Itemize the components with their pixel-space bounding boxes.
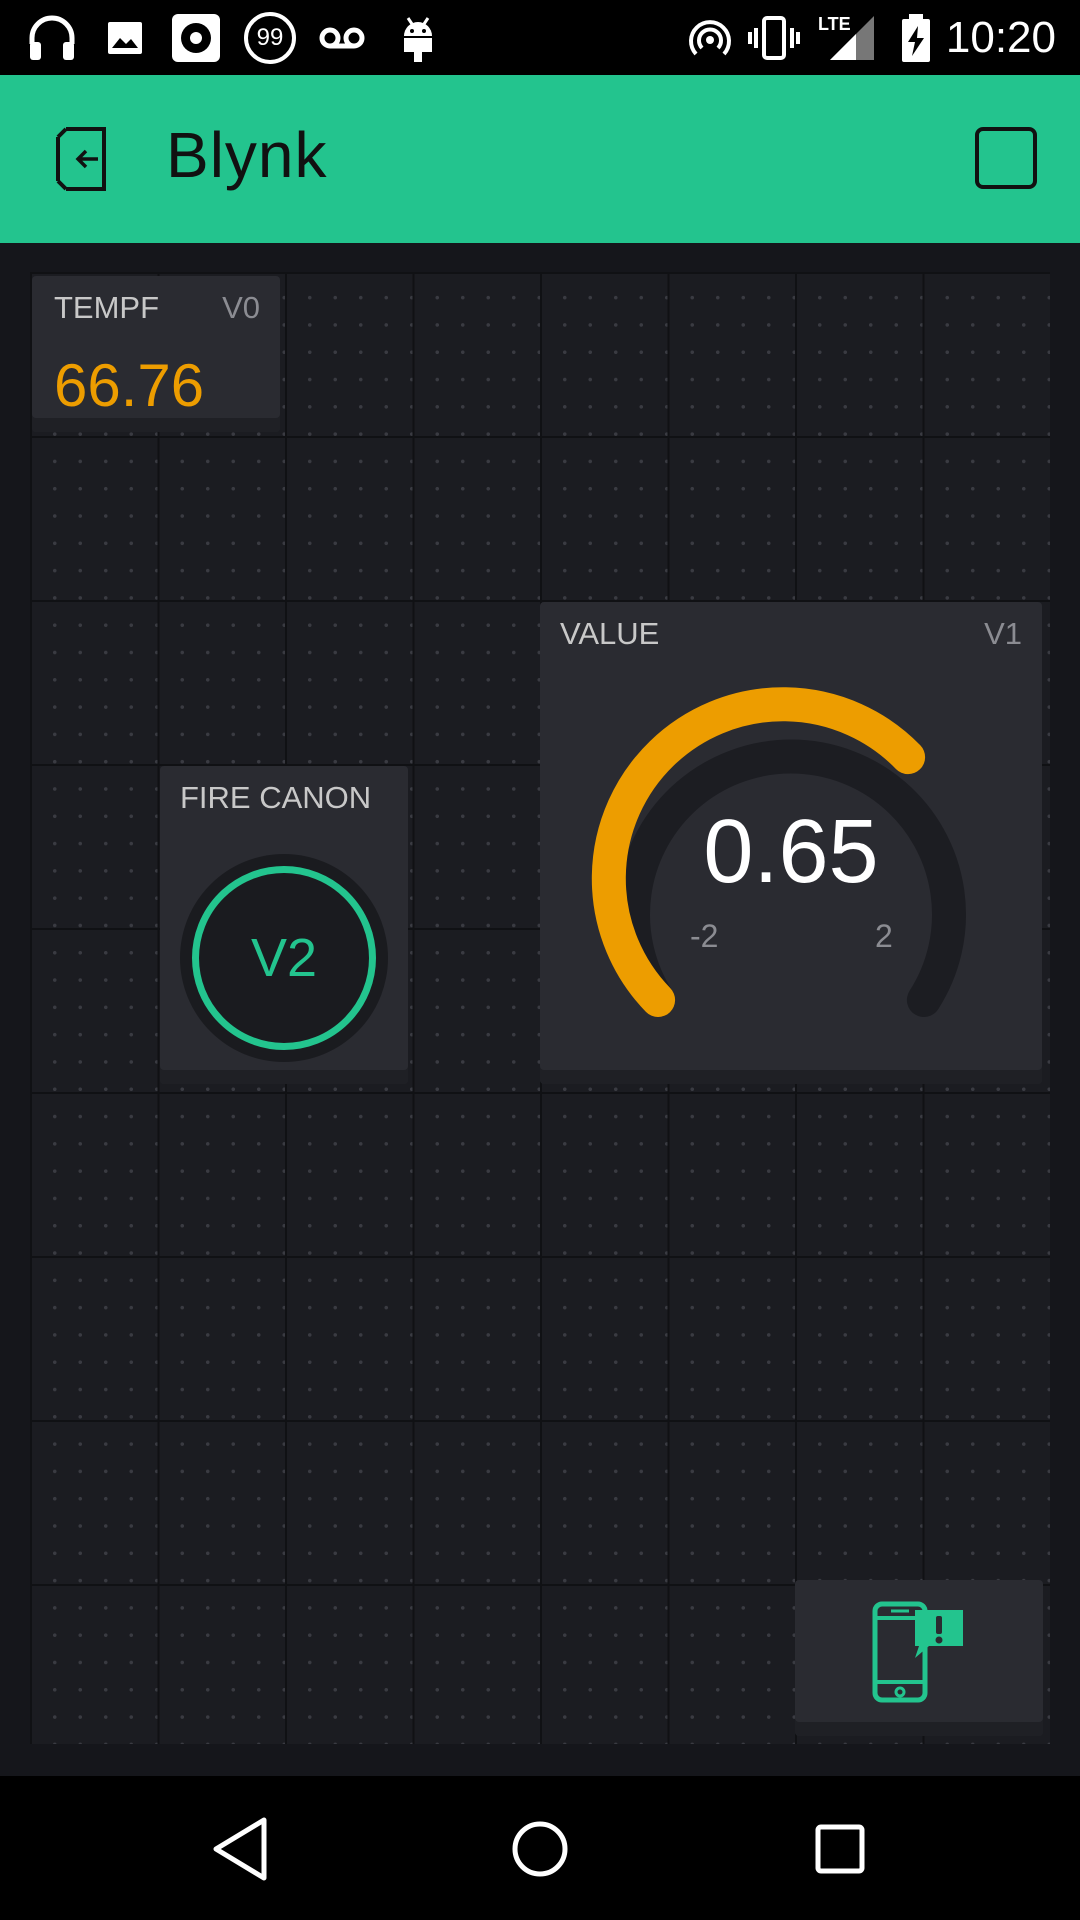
fire-canon-widget: FIRE CANON V2 bbox=[160, 766, 408, 1084]
app-bar: Blynk bbox=[0, 75, 1080, 243]
app-title: Blynk bbox=[166, 119, 328, 191]
battery-charging-icon bbox=[902, 14, 930, 62]
image-icon bbox=[108, 22, 142, 54]
recents-icon[interactable] bbox=[805, 1814, 875, 1884]
music-icon bbox=[172, 14, 220, 62]
back-icon[interactable] bbox=[206, 1814, 276, 1884]
home-icon[interactable] bbox=[505, 1814, 575, 1884]
widget-label: FIRE CANON bbox=[180, 780, 372, 815]
navigation-bar bbox=[0, 1776, 1080, 1920]
status-bar: 99 LTE 10:20 bbox=[0, 0, 1080, 75]
badge-99-icon: 99 bbox=[244, 12, 296, 64]
hotspot-icon bbox=[689, 20, 731, 56]
gauge-max-label: 2 bbox=[875, 918, 893, 954]
signal-icon bbox=[830, 16, 874, 60]
widget-pin: V0 bbox=[222, 290, 260, 325]
clock: 10:20 bbox=[945, 13, 1056, 62]
vibrate-icon bbox=[748, 16, 800, 60]
tempf-value: 66.76 bbox=[54, 352, 205, 419]
notification-widget[interactable] bbox=[795, 1580, 1043, 1736]
button-inner-ring: V2 bbox=[192, 866, 376, 1050]
phone-notification-icon bbox=[872, 1601, 963, 1703]
voicemail-icon bbox=[319, 27, 365, 49]
dashboard-grid: TEMPF V0 66.76 FIRE CANON V2 VALUE V1 0.… bbox=[30, 272, 1050, 1744]
android-icon bbox=[404, 17, 432, 62]
gauge-min-label: -2 bbox=[690, 918, 719, 954]
stop-square-icon[interactable] bbox=[975, 127, 1037, 189]
gauge-value: 0.65 bbox=[703, 802, 879, 902]
exit-icon[interactable] bbox=[44, 119, 124, 199]
tempf-value-display-widget[interactable]: TEMPF V0 66.76 bbox=[32, 276, 280, 432]
fire-canon-button[interactable]: V2 bbox=[180, 854, 388, 1062]
button-pin-label: V2 bbox=[250, 928, 318, 988]
headphones-icon bbox=[29, 15, 75, 60]
widget-label: TEMPF bbox=[54, 290, 160, 325]
value-gauge-widget[interactable]: VALUE V1 0.65 -2 2 bbox=[540, 602, 1042, 1084]
